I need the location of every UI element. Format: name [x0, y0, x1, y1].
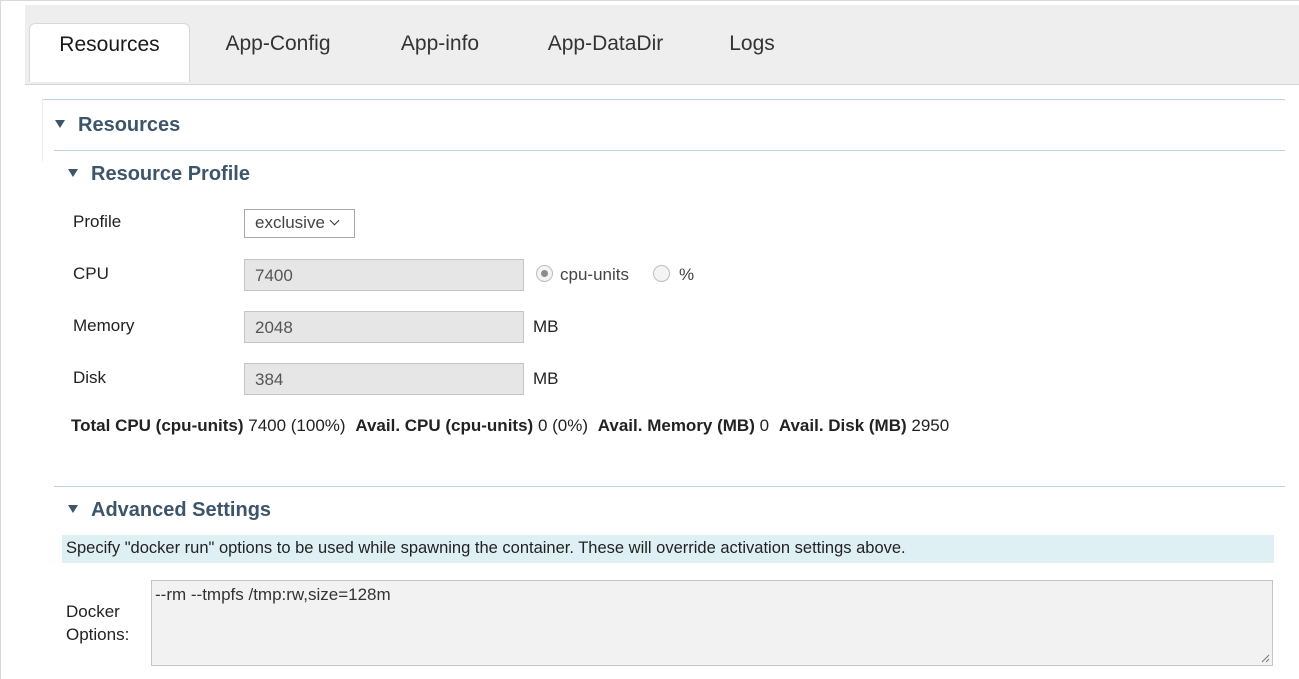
avail-cpu-value: 0 (0%) [537, 416, 589, 435]
memory-label: Memory [73, 316, 135, 335]
docker-options-label-line2: Options: [66, 625, 130, 644]
triangle-down-icon [68, 504, 78, 513]
tab-app-datadir[interactable]: App-DataDir [533, 23, 678, 81]
disk-input[interactable]: 384 [244, 363, 524, 395]
avail-disk-value: 2950 [911, 416, 950, 435]
percent-radio[interactable] [653, 265, 670, 282]
tab-bar: Resources App-Config App-info App-DataDi… [25, 5, 1299, 85]
radio-selected-dot [541, 270, 548, 277]
docker-options-textarea[interactable]: --rm --tmpfs /tmp:rw,size=128m [151, 580, 1273, 666]
profile-select-value: exclusive [255, 213, 325, 232]
resource-profile-header[interactable]: Resource Profile [68, 163, 250, 186]
panel-left-rule [42, 99, 43, 161]
avail-memory-value: 0 [759, 416, 770, 435]
advanced-settings-header-text: Advanced Settings [91, 499, 272, 521]
avail-disk-label: Avail. Disk (MB) [778, 416, 907, 435]
disk-unit: MB [533, 369, 559, 388]
resource-profile-header-text: Resource Profile [91, 163, 250, 185]
resources-section-rule [54, 150, 1285, 151]
cpu-label: CPU [73, 264, 109, 283]
avail-memory-label: Avail. Memory (MB) [597, 416, 755, 435]
triangle-down-icon [68, 168, 78, 177]
percent-radio-label: % [679, 265, 695, 284]
resources-header-text: Resources [78, 114, 181, 136]
cpu-units-radio-label: cpu-units [560, 265, 629, 284]
total-cpu-label: Total CPU (cpu-units) [71, 416, 244, 435]
memory-unit: MB [533, 317, 559, 336]
disk-label: Disk [73, 368, 107, 387]
app-frame: Resources App-Config App-info App-DataDi… [0, 0, 1299, 679]
chevron-down-icon [329, 215, 340, 226]
docker-options-label-line1: Docker [66, 602, 120, 621]
profile-select[interactable]: exclusive [244, 209, 355, 238]
docker-options-value: --rm --tmpfs /tmp:rw,size=128m [155, 585, 391, 604]
docker-options-label: Docker Options: [66, 600, 129, 646]
avail-cpu-label: Avail. CPU (cpu-units) [355, 416, 534, 435]
tab-app-info[interactable]: App-info [385, 23, 495, 81]
resize-grip-icon[interactable] [1260, 653, 1270, 663]
advanced-settings-header[interactable]: Advanced Settings [68, 499, 271, 522]
docker-options-note: Specify "docker run" options to be used … [62, 535, 1274, 563]
cpu-units-radio[interactable] [536, 265, 553, 282]
total-cpu-value: 7400 (100%) [248, 416, 346, 435]
memory-input[interactable]: 2048 [244, 311, 524, 343]
tab-app-config[interactable]: App-Config [213, 23, 343, 81]
profile-label: Profile [73, 212, 122, 231]
resource-totals: Total CPU (cpu-units) 7400 (100%) Avail.… [71, 416, 954, 436]
advanced-section-rule [54, 486, 1285, 487]
cpu-input[interactable]: 7400 [244, 259, 524, 291]
tab-logs[interactable]: Logs [717, 23, 787, 81]
panel-top-rule [42, 99, 1285, 100]
tab-resources[interactable]: Resources [29, 23, 190, 82]
triangle-down-icon [55, 119, 65, 128]
resources-section-header[interactable]: Resources [55, 114, 180, 137]
